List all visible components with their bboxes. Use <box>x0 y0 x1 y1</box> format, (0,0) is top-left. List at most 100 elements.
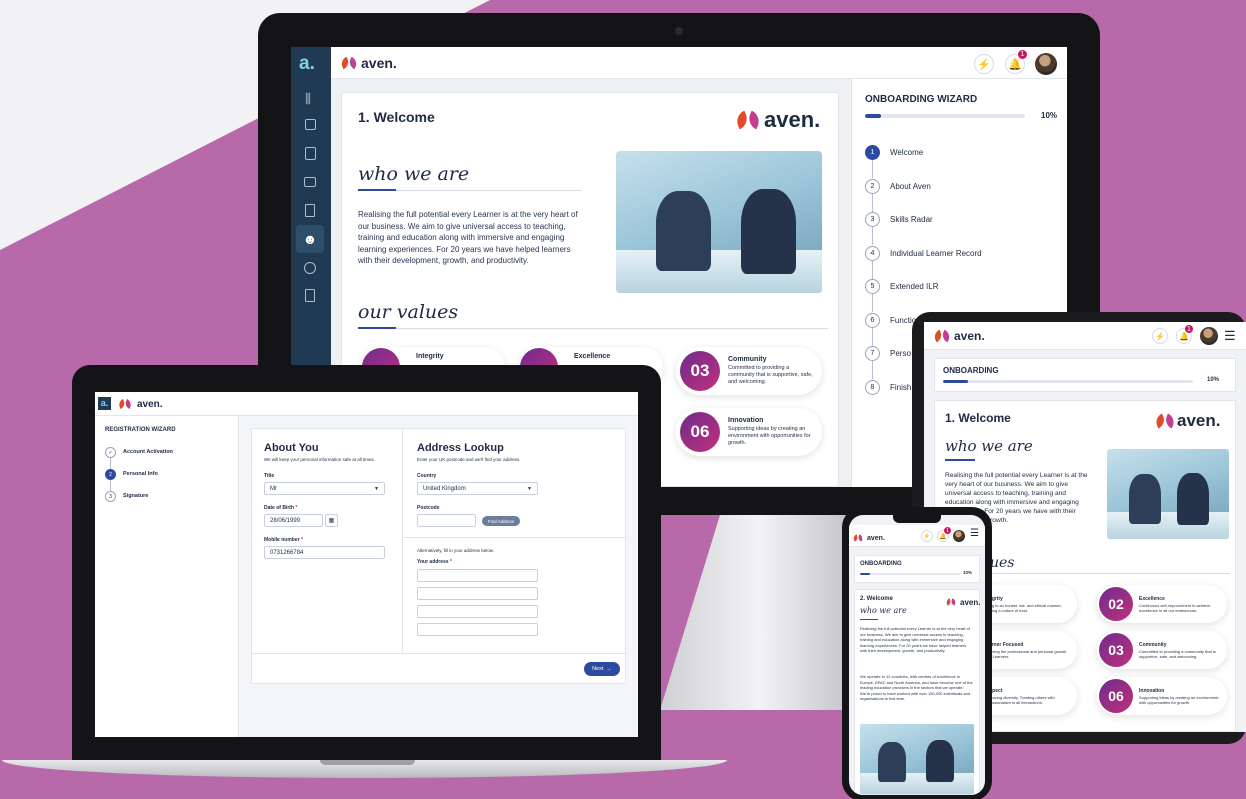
onboarding-progress-bar <box>943 380 1193 383</box>
welcome-paragraph-2: We operate in 12 countries, with centres… <box>860 674 973 701</box>
value-title: Integrity <box>416 353 444 360</box>
registration-step-number[interactable]: 2 <box>105 469 116 480</box>
title-label: Title <box>264 473 275 479</box>
title-select-value: Mr <box>270 485 277 492</box>
brand-name: aven. <box>361 55 397 71</box>
brand-logo[interactable]: aven. <box>934 329 985 343</box>
notification-badge: 1 <box>1185 325 1193 333</box>
laptop-notch <box>320 760 415 765</box>
value-text: Learner Focused Fostering the professiona… <box>983 642 1067 659</box>
wizard-step-number[interactable]: 6 <box>865 312 880 328</box>
tablet-topbar: aven. ⚡ 🔔 1 ☰ <box>924 322 1246 350</box>
phone-onboarding-bar: ONBOARDING 10% <box>854 555 980 583</box>
document-icon[interactable] <box>305 204 315 217</box>
wizard-step-number[interactable]: 2 <box>865 178 880 194</box>
value-title: Excellence <box>574 353 611 360</box>
our-values-heading: our values <box>358 301 459 323</box>
step-connector <box>872 160 873 178</box>
brand-logo-large: aven. <box>740 107 820 133</box>
clipboard-icon[interactable] <box>305 147 316 160</box>
wizard-step-label[interactable]: Finish <box>890 383 911 392</box>
value-number: 03 <box>680 351 720 391</box>
chat-icon[interactable] <box>304 177 316 187</box>
address-line-3[interactable] <box>417 605 538 618</box>
wizard-step-number[interactable]: 8 <box>865 379 880 395</box>
user-avatar[interactable] <box>1200 327 1218 345</box>
bolt-icon[interactable]: ⚡ <box>974 54 994 74</box>
wizard-step-number[interactable]: 3 <box>865 212 880 227</box>
page-title: 2. Welcome <box>860 596 893 602</box>
bar-chart-icon[interactable]: ⫼ <box>305 91 311 107</box>
required-marker: * <box>294 505 298 511</box>
value-description: Supporting ideas by creating an environm… <box>1139 694 1219 705</box>
phone-topbar: aven. ⚡ 🔔 1 ☰ <box>849 525 985 547</box>
flower-logo-icon <box>119 398 132 409</box>
value-card: Integrity Acting in an honest, fair, and … <box>977 585 1077 623</box>
value-description: Committed to providing a community that … <box>1139 648 1216 659</box>
handshake-photo <box>1107 449 1229 539</box>
progress-fill <box>865 114 881 118</box>
who-we-are-heading: who we are <box>945 437 1033 455</box>
wizard-step-label[interactable]: About Aven <box>890 182 931 191</box>
country-select[interactable]: United Kingdom ▼ <box>417 482 538 495</box>
wizard-title: REGISTRATION WIZARD <box>105 427 176 433</box>
value-description: Fostering the professional and personal … <box>983 648 1067 659</box>
wizard-step-label[interactable]: Perso <box>890 349 911 358</box>
notification-badge: 1 <box>944 527 951 534</box>
mobile-field[interactable]: 0731266784 <box>264 546 385 559</box>
address-line-2[interactable] <box>417 587 538 600</box>
user-icon[interactable]: ☻ <box>296 225 324 253</box>
value-title: Community <box>1139 641 1167 648</box>
your-address-label: Your address * <box>417 559 452 565</box>
bolt-icon[interactable]: ⚡ <box>921 530 933 542</box>
value-title: Excellence <box>1139 595 1165 602</box>
calendar-icon[interactable]: ▦ <box>325 514 338 527</box>
menu-icon[interactable]: ☰ <box>1224 328 1236 344</box>
user-avatar[interactable] <box>1035 53 1057 75</box>
registration-step-label[interactable]: Account Activation <box>123 449 173 455</box>
brand-logo[interactable]: aven. <box>853 531 885 545</box>
pie-chart-icon[interactable] <box>304 262 316 274</box>
registration-step-number[interactable]: 3 <box>105 491 116 502</box>
notification-badge: 1 <box>1018 50 1027 59</box>
address-line-1[interactable] <box>417 569 538 582</box>
menu-icon[interactable]: ☰ <box>970 528 979 539</box>
brand-logo[interactable]: aven. <box>117 397 163 411</box>
step-connector <box>872 294 873 312</box>
step-connector <box>110 480 111 491</box>
address-line-4[interactable] <box>417 623 538 636</box>
postcode-field[interactable] <box>417 514 476 527</box>
brand-name: aven. <box>137 398 163 410</box>
wizard-step-label[interactable]: Welcome <box>890 148 923 157</box>
wizard-step-number[interactable]: 4 <box>865 245 880 261</box>
wizard-step-number[interactable]: 1 <box>865 145 880 160</box>
column-divider <box>402 429 403 653</box>
sidebar-logo[interactable]: a. <box>299 53 315 75</box>
checkbox-icon[interactable] <box>305 119 316 130</box>
next-button[interactable]: Next → <box>584 662 620 676</box>
value-title: Innovation <box>1139 687 1165 694</box>
registration-step-number[interactable]: ✓ <box>105 447 116 458</box>
star-document-icon[interactable] <box>305 289 315 302</box>
wizard-progress-value: 10% <box>1041 111 1058 120</box>
dob-field[interactable]: 28/06/1999 <box>264 514 323 527</box>
wizard-step-label[interactable]: Skills Radar <box>890 215 933 224</box>
find-address-button[interactable]: Find Address <box>482 516 520 526</box>
wizard-step-label[interactable]: Individual Learner Record <box>890 249 982 258</box>
address-title: Address Lookup <box>417 442 504 454</box>
wizard-step-number[interactable]: 5 <box>865 279 880 294</box>
wizard-step-number[interactable]: 7 <box>865 346 880 361</box>
progress-fill <box>860 573 870 575</box>
flower-logo-icon <box>853 534 863 542</box>
wizard-step-label[interactable]: Extended ILR <box>890 282 938 291</box>
registration-step-label[interactable]: Signature <box>123 493 148 499</box>
registration-step-label[interactable]: Personal Info <box>123 471 158 477</box>
sidebar-logo[interactable]: a. <box>98 397 111 410</box>
country-label: Country <box>417 473 437 479</box>
user-avatar[interactable] <box>953 530 965 542</box>
brand-logo[interactable]: aven. <box>341 55 397 71</box>
chevron-down-icon: ▼ <box>527 485 532 492</box>
value-text: Integrity Acting in an honest, fair, and … <box>983 596 1067 613</box>
bolt-icon[interactable]: ⚡ <box>1152 328 1168 344</box>
title-select[interactable]: Mr ▼ <box>264 482 385 495</box>
